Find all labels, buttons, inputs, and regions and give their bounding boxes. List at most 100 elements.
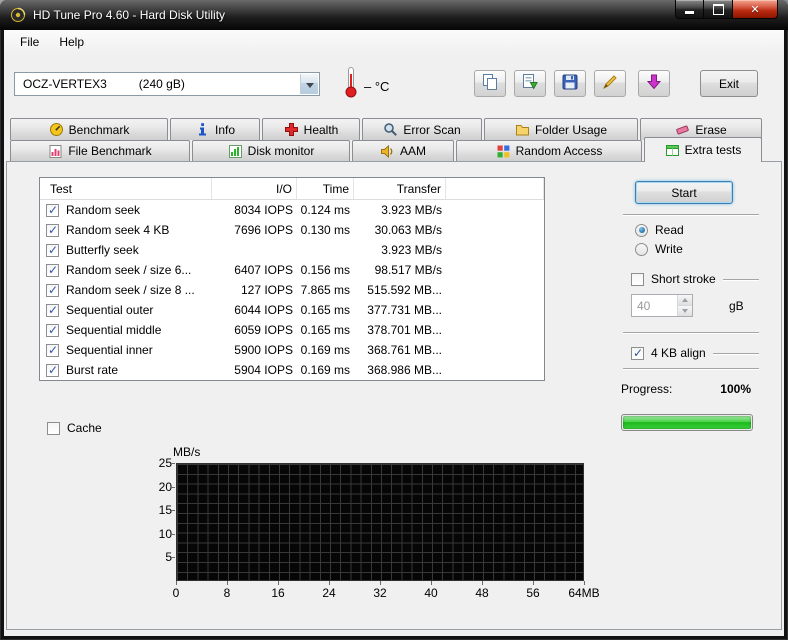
io-value: 6059 IOPS bbox=[234, 323, 293, 337]
row-checkbox[interactable] bbox=[46, 203, 59, 217]
separator bbox=[723, 279, 759, 281]
tab-label: Health bbox=[303, 122, 339, 137]
tab-disk-monitor[interactable]: Disk monitor bbox=[192, 140, 350, 161]
y-tick-label: 20 bbox=[158, 480, 172, 494]
row-checkbox[interactable] bbox=[46, 223, 59, 237]
table-row[interactable]: Random seek / size 8 ... 127 IOPS 7.865 … bbox=[40, 280, 544, 300]
row-checkbox[interactable] bbox=[46, 303, 59, 317]
spin-up-icon[interactable] bbox=[678, 295, 692, 306]
tab-file-benchmark[interactable]: File Benchmark bbox=[10, 140, 190, 161]
drive-select[interactable]: OCZ-VERTEX3 (240 gB) bbox=[14, 72, 320, 96]
tab-benchmark[interactable]: Benchmark bbox=[10, 118, 168, 140]
client-area: File Help OCZ-VERTEX3 (240 gB) – °C Exit… bbox=[4, 30, 784, 636]
row-checkbox[interactable] bbox=[46, 323, 59, 337]
tab-info[interactable]: Info bbox=[170, 118, 260, 140]
io-value: 5904 IOPS bbox=[234, 363, 293, 377]
column-io[interactable]: I/O bbox=[212, 178, 297, 199]
separator bbox=[713, 353, 759, 355]
row-checkbox[interactable] bbox=[46, 243, 59, 257]
table-row[interactable]: Random seek 8034 IOPS 0.124 ms 3.923 MB/… bbox=[40, 200, 544, 220]
short-stroke-size-field[interactable]: 40 bbox=[631, 294, 693, 317]
row-checkbox[interactable] bbox=[46, 343, 59, 357]
column-transfer[interactable]: Transfer bbox=[354, 178, 446, 199]
tab-folder-usage[interactable]: Folder Usage bbox=[484, 118, 638, 140]
y-tick-mark bbox=[171, 534, 175, 535]
y-tick-label: 25 bbox=[158, 456, 172, 470]
maximize-button[interactable] bbox=[704, 0, 732, 19]
y-tick-label: 15 bbox=[158, 503, 172, 517]
table-row[interactable]: Random seek 4 KB 7696 IOPS 0.130 ms 30.0… bbox=[40, 220, 544, 240]
brush-icon bbox=[601, 73, 619, 94]
x-tick-mark bbox=[482, 581, 483, 585]
row-checkbox[interactable] bbox=[46, 363, 59, 377]
table-row[interactable]: Butterfly seek 3.923 MB/s bbox=[40, 240, 544, 260]
copy-image-button[interactable] bbox=[514, 70, 546, 97]
tab-aam[interactable]: AAM bbox=[352, 140, 454, 161]
row-checkbox[interactable] bbox=[46, 283, 59, 297]
read-radio[interactable] bbox=[635, 223, 648, 237]
tab-label: Info bbox=[214, 122, 235, 137]
app-window: HD Tune Pro 4.60 - Hard Disk Utility Fil… bbox=[0, 0, 788, 640]
y-tick-mark bbox=[171, 463, 175, 464]
align-row: 4 KB align bbox=[631, 346, 706, 360]
short-stroke-checkbox[interactable] bbox=[631, 272, 644, 286]
transfer-value: 368.986 MB... bbox=[367, 363, 442, 377]
tab-health[interactable]: Health bbox=[262, 118, 360, 140]
row-checkbox[interactable] bbox=[46, 263, 59, 277]
short-stroke-size-value[interactable]: 40 bbox=[632, 295, 677, 316]
exit-button[interactable]: Exit bbox=[700, 70, 758, 97]
transfer-value: 515.592 MB... bbox=[367, 283, 442, 297]
eraser-icon bbox=[675, 122, 690, 137]
magnifier-icon bbox=[383, 122, 398, 137]
menu-file[interactable]: File bbox=[10, 32, 49, 52]
random-access-icon bbox=[496, 144, 511, 159]
tab-error-scan[interactable]: Error Scan bbox=[362, 118, 482, 140]
tab-label: Extra tests bbox=[684, 143, 742, 157]
folder-icon bbox=[515, 122, 530, 137]
column-test[interactable]: Test bbox=[40, 178, 212, 199]
tab-label: Random Access bbox=[515, 144, 603, 158]
x-tick-label: 40 bbox=[424, 586, 438, 600]
copy-button[interactable] bbox=[474, 70, 506, 97]
transfer-value: 3.923 MB/s bbox=[381, 243, 442, 257]
disk-monitor-icon bbox=[228, 144, 243, 159]
x-tick-mark bbox=[278, 581, 279, 585]
minimize-button[interactable] bbox=[675, 0, 704, 19]
table-row[interactable]: Sequential inner 5900 IOPS 0.169 ms 368.… bbox=[40, 340, 544, 360]
column-time[interactable]: Time bbox=[297, 178, 354, 199]
tab-random-access[interactable]: Random Access bbox=[456, 140, 642, 161]
x-tick-label: 32 bbox=[373, 586, 387, 600]
table-row[interactable]: Random seek / size 6... 6407 IOPS 0.156 … bbox=[40, 260, 544, 280]
separator bbox=[623, 368, 759, 370]
time-value: 7.865 ms bbox=[300, 283, 350, 297]
test-name: Random seek / size 6... bbox=[66, 263, 192, 277]
chevron-down-icon bbox=[300, 74, 318, 94]
tab-label: Error Scan bbox=[403, 122, 461, 137]
tab-label: AAM bbox=[399, 144, 426, 158]
start-button[interactable]: Start bbox=[635, 181, 733, 204]
progress-bar-fill bbox=[623, 416, 751, 429]
write-radio[interactable] bbox=[635, 242, 648, 256]
tab-extra-tests[interactable]: Extra tests bbox=[644, 137, 762, 162]
y-tick-label: 10 bbox=[158, 527, 172, 541]
progress-bar bbox=[621, 414, 753, 431]
save-button[interactable] bbox=[554, 70, 586, 97]
spin-down-icon[interactable] bbox=[678, 306, 692, 316]
update-button[interactable] bbox=[638, 70, 670, 97]
close-button[interactable] bbox=[732, 0, 778, 19]
test-name: Sequential outer bbox=[66, 303, 154, 317]
progress-row: Progress: 100% bbox=[621, 382, 751, 396]
download-icon bbox=[645, 73, 663, 94]
thermometer-icon bbox=[343, 66, 359, 98]
options-button[interactable] bbox=[594, 70, 626, 97]
menu-help[interactable]: Help bbox=[49, 32, 94, 52]
table-row[interactable]: Sequential middle 6059 IOPS 0.165 ms 378… bbox=[40, 320, 544, 340]
window-title: HD Tune Pro 4.60 - Hard Disk Utility bbox=[33, 8, 226, 22]
align-label: 4 KB align bbox=[651, 346, 706, 360]
table-row[interactable]: Burst rate 5904 IOPS 0.169 ms 368.986 MB… bbox=[40, 360, 544, 380]
table-row[interactable]: Sequential outer 6044 IOPS 0.165 ms 377.… bbox=[40, 300, 544, 320]
time-value: 0.165 ms bbox=[300, 323, 350, 337]
transfer-value: 378.701 MB... bbox=[367, 323, 442, 337]
align-checkbox[interactable] bbox=[631, 346, 644, 360]
cache-checkbox[interactable] bbox=[47, 421, 60, 435]
